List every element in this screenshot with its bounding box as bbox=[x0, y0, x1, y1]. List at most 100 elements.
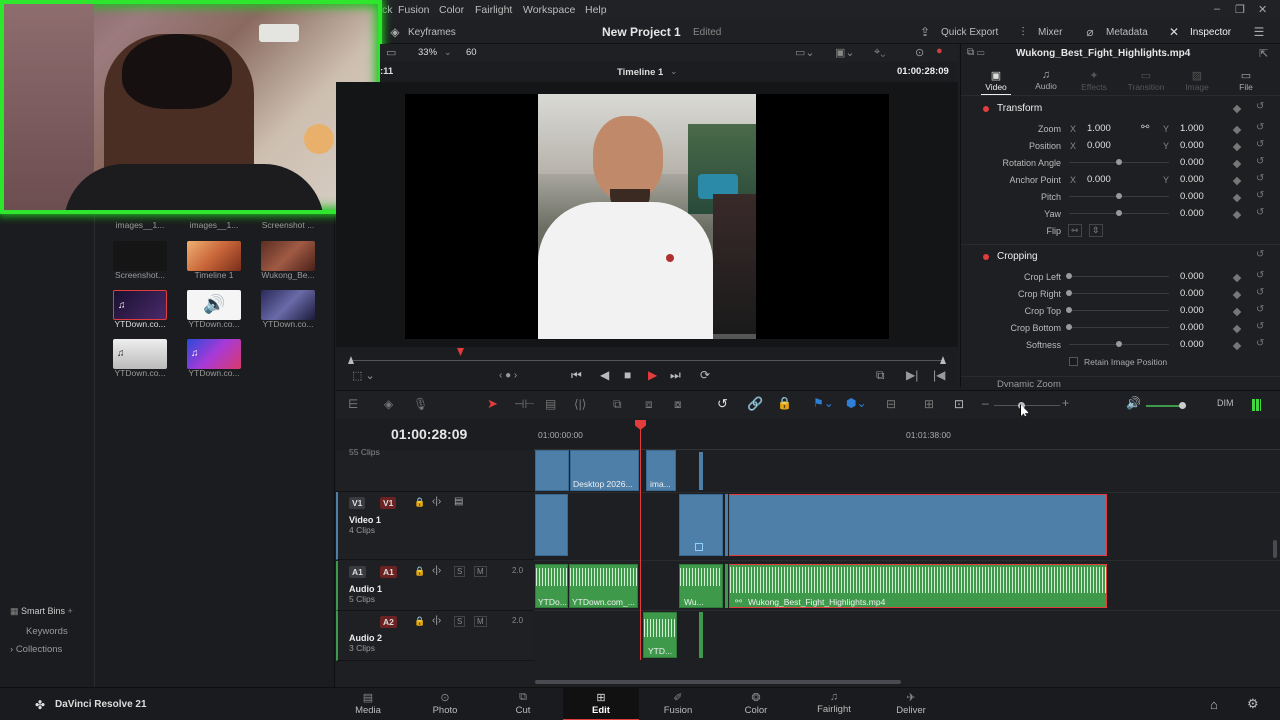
reset-icon[interactable]: ↺ bbox=[1256, 139, 1264, 150]
anchor-y-field[interactable]: 0.000 bbox=[1180, 174, 1204, 185]
lock-icon[interactable]: 🔒 bbox=[414, 616, 425, 627]
menu-fusion[interactable]: Fusion bbox=[398, 4, 430, 16]
solo-button[interactable]: S bbox=[454, 616, 466, 627]
record-icon[interactable]: ● bbox=[936, 45, 943, 57]
page-color[interactable]: ❂ Color bbox=[721, 688, 791, 720]
zoom-custom-icon[interactable]: ⊡ bbox=[954, 397, 964, 411]
selected-video-clip[interactable] bbox=[729, 494, 1107, 556]
yaw-slider-handle[interactable] bbox=[1116, 210, 1122, 216]
metadata-button[interactable]: Metadata bbox=[1106, 27, 1148, 38]
loop-icon[interactable]: ⟳ bbox=[700, 368, 710, 382]
playhead-icon[interactable] bbox=[457, 348, 464, 356]
audio-clip[interactable]: YTD... bbox=[643, 612, 677, 658]
tab-effects[interactable]: ✦ Effects bbox=[1079, 69, 1109, 92]
track-enable-icon[interactable]: ▤ bbox=[454, 496, 463, 507]
anchor-x-field[interactable]: 0.000 bbox=[1087, 174, 1111, 185]
play-icon[interactable]: ▶ bbox=[648, 368, 657, 382]
keyframe-icon[interactable] bbox=[1232, 176, 1242, 186]
reset-icon[interactable]: ↺ bbox=[1256, 173, 1264, 184]
metadata-icon[interactable]: ⌀ bbox=[1083, 25, 1097, 39]
tab-image[interactable]: ▨ Image bbox=[1182, 69, 1212, 92]
solo-button[interactable]: S bbox=[454, 566, 466, 577]
a1-tag[interactable]: A1 bbox=[380, 566, 397, 578]
clip-thumbnail[interactable] bbox=[113, 241, 167, 271]
crop-top-field[interactable]: 0.000 bbox=[1180, 305, 1204, 316]
linked-selection-icon[interactable]: 🔗 bbox=[747, 396, 763, 412]
link-icon[interactable]: ⚯ bbox=[1141, 122, 1149, 133]
add-icon[interactable]: + bbox=[65, 606, 73, 616]
audio-clip[interactable] bbox=[725, 564, 728, 608]
yaw-field[interactable]: 0.000 bbox=[1180, 208, 1204, 219]
go-to-end-icon[interactable]: ⏭ bbox=[670, 368, 681, 383]
menu-workspace[interactable]: Workspace bbox=[523, 4, 575, 16]
position-lock-icon[interactable]: 🔒 bbox=[777, 396, 792, 410]
trim-tool-icon[interactable]: ⊣⊢ bbox=[514, 397, 535, 411]
video-clip[interactable]: ima... bbox=[646, 450, 676, 491]
dynamic-trim-icon[interactable]: ▤ bbox=[545, 397, 556, 411]
replace-clip-icon[interactable]: ⧇ bbox=[674, 397, 682, 412]
volume-icon[interactable]: 🔊 bbox=[1126, 396, 1141, 410]
audio-clip[interactable]: YTDown.com_... bbox=[569, 564, 638, 608]
overwrite-clip-icon[interactable]: ⧈ bbox=[645, 397, 653, 412]
crop-right-field[interactable]: 0.000 bbox=[1180, 288, 1204, 299]
flip-horizontal-icon[interactable]: ⇿ bbox=[1068, 224, 1082, 237]
target-icon[interactable]: ⌖⌄ bbox=[874, 46, 885, 59]
volume-slider-handle[interactable] bbox=[1179, 402, 1186, 409]
source-v1-tag[interactable]: V1 bbox=[349, 497, 366, 509]
keyframes-icon[interactable]: ◈ bbox=[388, 25, 402, 39]
timeline-thumbnail[interactable] bbox=[187, 241, 241, 271]
reset-icon[interactable]: ↺ bbox=[1256, 270, 1264, 281]
page-cut[interactable]: ⧉ Cut bbox=[488, 688, 558, 720]
tab-file[interactable]: ▭ File bbox=[1231, 69, 1261, 92]
audio-clip[interactable] bbox=[699, 612, 703, 658]
dim-button[interactable]: DIM bbox=[1217, 398, 1234, 408]
vertical-scrollbar[interactable] bbox=[1273, 540, 1277, 558]
cropping-section-title[interactable]: Cropping bbox=[997, 251, 1038, 262]
position-x-field[interactable]: 0.000 bbox=[1087, 140, 1111, 151]
reset-icon[interactable]: ↺ bbox=[1256, 249, 1264, 260]
reset-icon[interactable]: ↺ bbox=[1256, 304, 1264, 315]
chevron-down-icon[interactable]: ⌄ bbox=[670, 66, 678, 77]
auto-select-icon[interactable]: ‹|› bbox=[432, 565, 441, 576]
keyframe-icon[interactable] bbox=[1232, 193, 1242, 203]
zoom-slider[interactable] bbox=[994, 405, 1060, 406]
play-reverse-icon[interactable]: ◀ bbox=[600, 368, 609, 382]
page-fusion[interactable]: ✐ Fusion bbox=[643, 688, 713, 720]
reset-icon[interactable]: ↺ bbox=[1256, 338, 1264, 349]
layout-icon[interactable]: ⋿ bbox=[348, 397, 358, 411]
menu-help[interactable]: Help bbox=[585, 4, 607, 16]
blade-tool-icon[interactable]: ⟨|⟩ bbox=[574, 397, 586, 411]
horizontal-scrollbar[interactable] bbox=[535, 680, 901, 684]
page-deliver[interactable]: ✈ Deliver bbox=[876, 688, 946, 720]
zoom-detail-icon[interactable]: ⊞ bbox=[924, 397, 934, 411]
transform-section-title[interactable]: Transform bbox=[997, 103, 1042, 114]
maximize-button[interactable]: ❐ bbox=[1235, 3, 1245, 16]
rotation-slider-handle[interactable] bbox=[1116, 159, 1122, 165]
go-to-start-icon[interactable]: ⏮ bbox=[571, 368, 582, 383]
audio-thumbnail[interactable]: 🔊 bbox=[187, 290, 241, 320]
tab-transition[interactable]: ▭ Transition bbox=[1125, 69, 1167, 92]
zoom-y-field[interactable]: 1.000 bbox=[1180, 123, 1204, 134]
crop-bottom-handle[interactable] bbox=[1066, 324, 1072, 330]
match-frame-icon[interactable]: ⧉ bbox=[876, 368, 885, 383]
selected-audio-clip[interactable]: ⚯ Wukong_Best_Fight_Highlights.mp4 bbox=[729, 564, 1107, 608]
marker-icon[interactable]: ⬢⌄ bbox=[846, 396, 867, 410]
clip-thumbnail[interactable]: ♫ bbox=[113, 339, 167, 369]
export-icon[interactable]: ⇪ bbox=[918, 25, 932, 39]
safe-area-icon[interactable]: ⬚ ⌄ bbox=[352, 369, 375, 382]
clip-thumbnail[interactable] bbox=[261, 241, 315, 271]
v1-tag[interactable]: V1 bbox=[380, 497, 397, 509]
flip-vertical-icon[interactable]: ⇳ bbox=[1089, 224, 1103, 237]
keyframe-icon[interactable] bbox=[1232, 142, 1242, 152]
mixer-button[interactable]: Mixer bbox=[1038, 27, 1062, 38]
zoom-in-icon[interactable]: + bbox=[1062, 396, 1069, 410]
inspector-icon[interactable]: ✕ bbox=[1167, 25, 1181, 39]
crop-right-slider[interactable] bbox=[1069, 293, 1169, 294]
page-edit[interactable]: ⊞ Edit bbox=[563, 688, 639, 720]
jog-icon[interactable]: ‹ ● › bbox=[499, 370, 517, 381]
settings-gear-icon[interactable]: ⚙ bbox=[1247, 696, 1259, 712]
crop-left-handle[interactable] bbox=[1066, 273, 1072, 279]
page-media[interactable]: ▤ Media bbox=[333, 688, 403, 720]
video-clip[interactable] bbox=[699, 452, 703, 490]
mute-button[interactable]: M bbox=[474, 566, 487, 577]
